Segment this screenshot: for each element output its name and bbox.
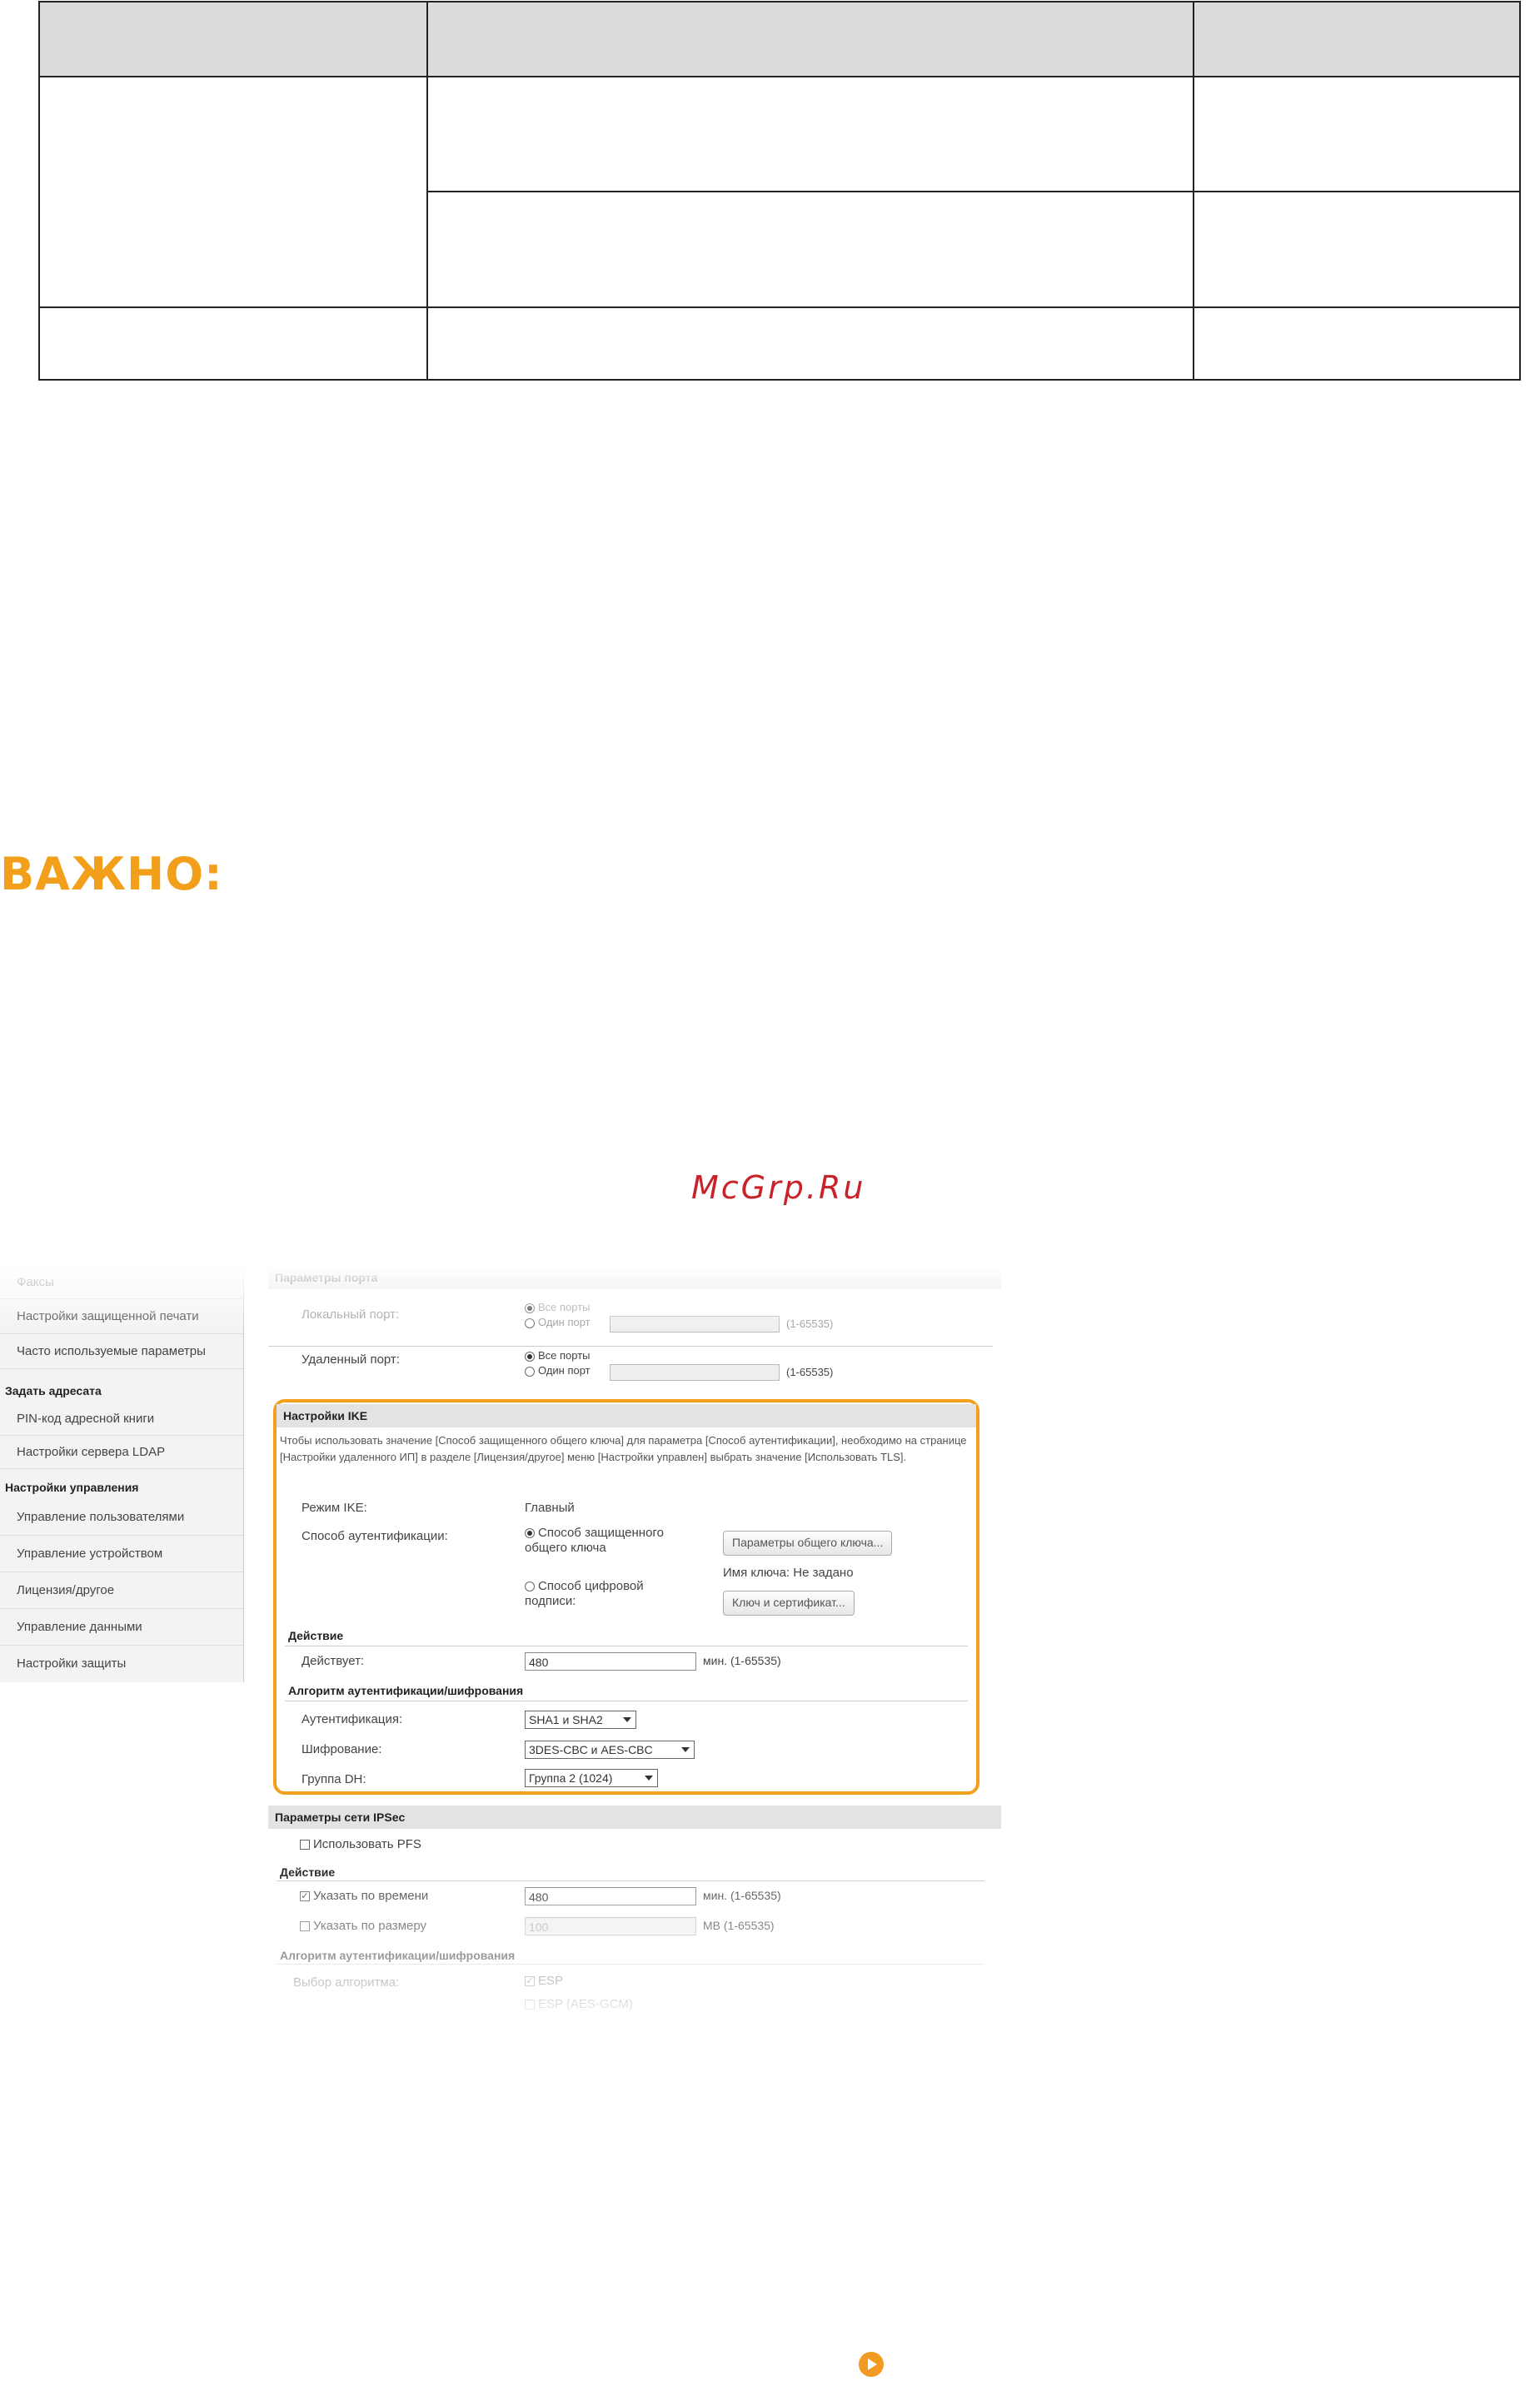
- table-divider: [38, 306, 1521, 308]
- radio-icon: [525, 1303, 535, 1313]
- enc-algo-select[interactable]: 3DES-CBC и AES-CBC: [525, 1741, 695, 1759]
- remote-all-ports-radio[interactable]: Все порты: [525, 1349, 591, 1362]
- ipsec-section-header: Параметры сети IPSec: [268, 1806, 1001, 1829]
- ike-validity-label: Действует:: [302, 1654, 365, 1668]
- auth-algo-select[interactable]: SHA1 и SHA2: [525, 1711, 636, 1729]
- ike-mode-label: Режим IKE:: [302, 1501, 367, 1515]
- next-page-icon[interactable]: [859, 2352, 884, 2377]
- sidebar-item-security[interactable]: Настройки защиты: [0, 1646, 243, 1682]
- ike-validity-heading: Действие: [288, 1629, 344, 1642]
- esp-checkbox[interactable]: ✓ ESP: [525, 1974, 563, 1988]
- auth-algo-label: Аутентификация:: [302, 1712, 403, 1726]
- sidebar-item-secure-print[interactable]: Настройки защищенной печати: [0, 1299, 243, 1334]
- dh-group-select[interactable]: Группа 2 (1024): [525, 1769, 658, 1787]
- sidebar-item-address-pin[interactable]: PIN-код адресной книги: [0, 1402, 243, 1436]
- main-panel: Параметры порта Локальный порт: Все порт…: [268, 1266, 1001, 2032]
- checkbox-icon: [525, 2000, 535, 2010]
- sidebar-item-favorites[interactable]: Часто используемые параметры: [0, 1334, 243, 1369]
- radio-icon: [525, 1528, 535, 1539]
- key-name-status: Имя ключа: Не задано: [723, 1566, 854, 1580]
- ike-note: Чтобы использовать значение [Способ защи…: [280, 1434, 967, 1463]
- algo-selection-label: Выбор алгоритма:: [293, 1975, 400, 1990]
- esp-aes-gcm-checkbox[interactable]: ESP (AES-GCM): [525, 1997, 633, 2011]
- ipsec-algorithm-heading: Алгоритм аутентификации/шифрования: [280, 1949, 516, 1962]
- local-port-label: Локальный порт:: [302, 1308, 400, 1322]
- sidebar-item-license[interactable]: Лицензия/другое: [0, 1572, 243, 1609]
- dh-group-label: Группа DH:: [302, 1772, 366, 1786]
- radio-icon: [525, 1318, 535, 1328]
- remote-one-port-radio[interactable]: Один порт: [525, 1364, 591, 1377]
- watermark-text: McGrp.Ru: [691, 1169, 866, 1206]
- local-port-range: (1-65535): [786, 1318, 834, 1330]
- radio-icon: [525, 1582, 535, 1592]
- ike-section-header: Настройки IKE: [277, 1404, 976, 1427]
- checkbox-icon: [300, 1840, 310, 1851]
- sidebar-item-faxes[interactable]: Факсы: [0, 1266, 243, 1299]
- local-one-port-radio[interactable]: Один порт: [525, 1316, 591, 1328]
- ike-algorithm-heading: Алгоритм аутентификации/шифрования: [288, 1684, 524, 1697]
- shared-key-settings-button[interactable]: Параметры общего ключа...: [723, 1531, 893, 1556]
- ike-mode-value: Главный: [525, 1501, 575, 1515]
- remote-ui-screenshot: Факсы Настройки защищенной печати Часто …: [0, 1266, 1004, 2032]
- chevron-down-icon: [623, 1717, 631, 1722]
- table-divider: [426, 191, 1521, 192]
- ike-validity-input[interactable]: 480: [525, 1652, 696, 1671]
- check-icon: ✓: [525, 1976, 535, 1987]
- by-size-checkbox[interactable]: Указать по размеру: [300, 1919, 426, 1933]
- by-time-input[interactable]: 480: [525, 1887, 696, 1905]
- remote-port-input[interactable]: [610, 1364, 780, 1381]
- ports-section-header: Параметры порта: [268, 1266, 1001, 1289]
- sidebar: Факсы Настройки защищенной печати Часто …: [0, 1266, 244, 1682]
- sidebar-group-management: Настройки управления: [5, 1481, 139, 1494]
- important-heading: ВАЖНО:: [0, 848, 223, 900]
- radio-icon: [525, 1351, 535, 1362]
- sidebar-item-device[interactable]: Управление устройством: [0, 1536, 243, 1572]
- ike-validity-unit: мин. (1-65535): [703, 1654, 781, 1667]
- radio-icon: [525, 1366, 535, 1377]
- local-all-ports-radio[interactable]: Все порты: [525, 1301, 591, 1313]
- remote-port-range: (1-65535): [786, 1366, 834, 1378]
- check-icon: ✓: [300, 1891, 310, 1902]
- use-pfs-checkbox[interactable]: Использовать PFS: [300, 1837, 421, 1851]
- enc-algo-label: Шифрование:: [302, 1742, 382, 1756]
- divider: [268, 1346, 993, 1347]
- ipsec-validity-heading: Действие: [280, 1865, 336, 1879]
- local-port-input[interactable]: [610, 1316, 780, 1332]
- by-time-checkbox[interactable]: ✓ Указать по времени: [300, 1889, 428, 1903]
- divider: [277, 1880, 984, 1881]
- table-header-row: [40, 2, 1519, 77]
- chevron-down-icon: [681, 1747, 690, 1752]
- divider: [277, 1964, 984, 1965]
- remote-port-label: Удаленный порт:: [302, 1352, 400, 1367]
- chevron-down-icon: [645, 1776, 653, 1781]
- sidebar-item-ldap[interactable]: Настройки сервера LDAP: [0, 1436, 243, 1469]
- sidebar-item-data[interactable]: Управление данными: [0, 1609, 243, 1646]
- key-and-certificate-button[interactable]: Ключ и сертификат...: [723, 1591, 855, 1616]
- sidebar-item-users[interactable]: Управление пользователями: [0, 1499, 243, 1536]
- digital-signature-radio[interactable]: Способ цифровой подписи:: [525, 1579, 675, 1609]
- checkbox-icon: [300, 1921, 310, 1932]
- by-size-input[interactable]: 100: [525, 1917, 696, 1935]
- sidebar-group-address: Задать адресата: [5, 1384, 102, 1397]
- by-time-unit: мин. (1-65535): [703, 1889, 781, 1902]
- psk-radio[interactable]: Способ защищенного общего ключа: [525, 1526, 675, 1556]
- by-size-unit: MB (1-65535): [703, 1919, 775, 1932]
- auth-method-label: Способ аутентификации:: [302, 1529, 448, 1543]
